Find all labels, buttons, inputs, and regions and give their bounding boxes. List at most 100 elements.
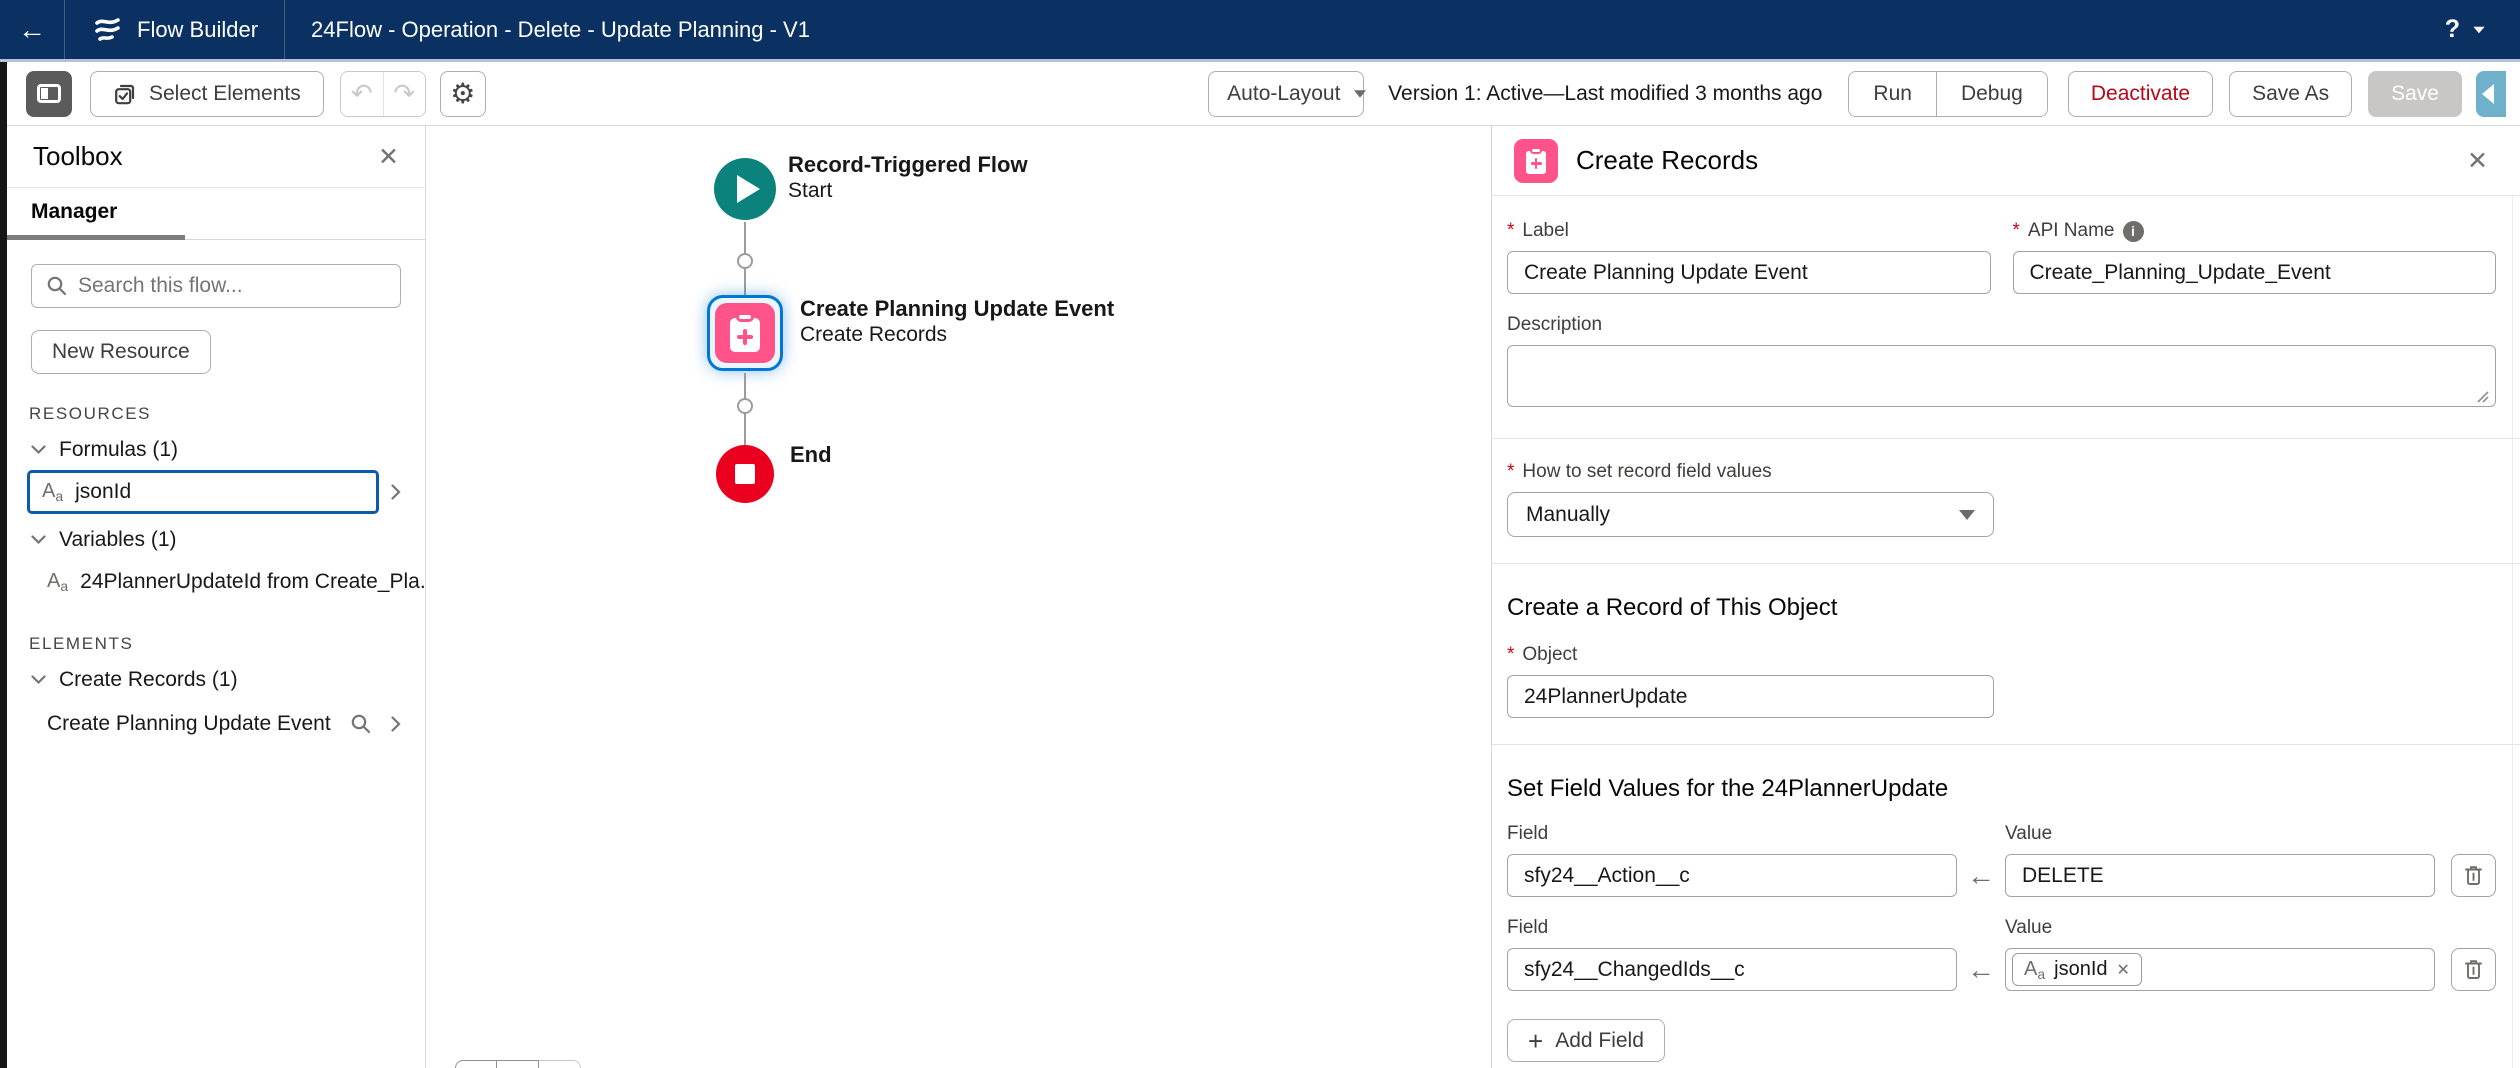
- panel-header: Create Records ✕: [1492, 126, 2520, 196]
- end-node[interactable]: [716, 445, 774, 503]
- help-icon[interactable]: ?: [2445, 15, 2460, 44]
- text-variable-icon: Aa: [47, 570, 68, 594]
- jsonid-resource-pill[interactable]: Aa jsonId ✕: [2012, 953, 2142, 986]
- select-elements-button[interactable]: Select Elements: [90, 71, 324, 117]
- locate-element-button[interactable]: [343, 713, 379, 735]
- formulas-group-row[interactable]: Formulas (1): [7, 430, 425, 470]
- navbar-right: ?: [2445, 15, 2486, 44]
- start-node[interactable]: [714, 158, 776, 220]
- create-records-group-row[interactable]: Create Records (1): [7, 660, 425, 700]
- create-records-group-label: Create Records (1): [59, 668, 238, 692]
- sidebar-panel-icon: [37, 84, 61, 103]
- save-button-disabled[interactable]: Save: [2368, 71, 2462, 117]
- start-node-subtitle: Start: [788, 179, 832, 203]
- element-item-row: Create Planning Update Event: [27, 702, 413, 746]
- record-create-icon: [730, 318, 760, 352]
- resource-item-jsonid-selected[interactable]: Aa jsonId: [27, 470, 379, 514]
- chevron-down-icon: [31, 675, 46, 685]
- description-group: Description: [1507, 314, 2496, 412]
- deactivate-button[interactable]: Deactivate: [2068, 71, 2213, 117]
- help-menu-caret-icon[interactable]: [2473, 26, 2484, 32]
- info-icon[interactable]: i: [2123, 221, 2144, 242]
- play-icon: [737, 175, 760, 203]
- element-item-chevron[interactable]: [379, 716, 413, 732]
- panel-close-icon[interactable]: ✕: [2467, 146, 2488, 176]
- add-element-dot[interactable]: [737, 253, 753, 269]
- text-variable-icon: Aa: [2024, 958, 2045, 982]
- flow-toolbar: Select Elements ↶ ↷ ⚙ Auto-Layout Versio…: [0, 62, 2520, 126]
- remove-pill-icon[interactable]: ✕: [2117, 960, 2130, 980]
- required-asterisk: *: [2013, 220, 2020, 242]
- how-to-set-select[interactable]: Manually: [1507, 492, 1994, 537]
- create-node-subtitle: Create Records: [800, 323, 947, 347]
- redo-icon: ↷: [393, 78, 415, 109]
- fields-section-title: Set Field Values for the 24PlannerUpdate: [1507, 775, 2496, 803]
- back-arrow-icon: ←: [18, 14, 46, 46]
- description-textarea[interactable]: [1507, 345, 2496, 407]
- variable-item-row: Aa 24PlannerUpdateId from Create_Pla...: [27, 560, 413, 604]
- new-resource-button[interactable]: New Resource: [31, 330, 211, 374]
- flow-settings-button[interactable]: ⚙: [440, 71, 486, 117]
- field-value-row-2: Field ← Value Aa jsonId ✕: [1507, 917, 2496, 991]
- toolbox-close-icon[interactable]: ✕: [378, 142, 399, 172]
- value-input-delete[interactable]: [2005, 854, 2435, 897]
- redo-button[interactable]: ↷: [383, 72, 425, 116]
- api-name-input[interactable]: [2013, 251, 2497, 294]
- manager-tab-label: Manager: [31, 200, 117, 224]
- toolbar-collapse-button[interactable]: [2476, 71, 2506, 117]
- pill-label: jsonId: [2054, 958, 2107, 981]
- label-input[interactable]: [1507, 251, 1991, 294]
- flow-canvas[interactable]: Record-Triggered Flow Start Create Plann…: [426, 126, 1491, 1068]
- variables-group-row[interactable]: Variables (1): [7, 520, 425, 560]
- plus-icon: +: [1528, 1028, 1543, 1054]
- resources-section-header: RESOURCES: [29, 404, 425, 424]
- search-flow-input[interactable]: [78, 274, 386, 298]
- object-section-title: Create a Record of This Object: [1507, 594, 2496, 622]
- object-field-label: * Object: [1507, 644, 2496, 666]
- create-records-node-selected[interactable]: [707, 295, 783, 371]
- formula-item-chevron[interactable]: [379, 484, 413, 500]
- chevron-right-icon: [391, 716, 401, 732]
- search-icon: [46, 275, 68, 297]
- zoom-out-button[interactable]: [455, 1060, 497, 1068]
- formula-item-row: Aa jsonId: [27, 470, 413, 514]
- flow-search-box: [31, 264, 401, 308]
- toolbox-toggle-button[interactable]: [26, 71, 72, 117]
- undo-button[interactable]: ↶: [341, 72, 383, 116]
- delete-row-button[interactable]: [2451, 854, 2496, 897]
- tab-manager[interactable]: Manager: [7, 188, 185, 240]
- field-column-label: Field: [1507, 917, 1957, 939]
- add-element-dot[interactable]: [737, 398, 753, 414]
- field-input-action[interactable]: [1507, 854, 1957, 897]
- run-button[interactable]: Run: [1849, 72, 1936, 116]
- api-name-field-group: * API Name i: [2013, 220, 2497, 294]
- undo-icon: ↶: [351, 78, 373, 109]
- debug-button[interactable]: Debug: [1936, 72, 2047, 116]
- layout-mode-select[interactable]: Auto-Layout: [1208, 71, 1364, 117]
- window-left-edge: [0, 62, 7, 1068]
- formulas-group-label: Formulas (1): [59, 438, 178, 462]
- save-as-button[interactable]: Save As: [2229, 71, 2352, 117]
- label-field-label: * Label: [1507, 220, 1991, 242]
- back-button[interactable]: ←: [0, 0, 64, 59]
- chevron-right-icon: [391, 484, 401, 500]
- field-column-label: Field: [1507, 823, 1957, 845]
- element-item-label[interactable]: Create Planning Update Event: [27, 712, 343, 736]
- object-input[interactable]: [1507, 675, 1994, 718]
- assignment-arrow-icon: ←: [1957, 854, 2005, 897]
- zoom-in-button[interactable]: [497, 1060, 539, 1068]
- add-field-button[interactable]: + Add Field: [1507, 1019, 1665, 1062]
- description-label: Description: [1507, 314, 2496, 336]
- create-records-panel-icon: [1514, 139, 1558, 183]
- section-divider: [1492, 563, 2520, 564]
- magnifier-icon: [350, 713, 372, 735]
- how-to-set-value: Manually: [1526, 503, 1610, 527]
- zoom-fit-button[interactable]: [539, 1060, 581, 1068]
- chevron-down-icon: [31, 535, 46, 545]
- field-column: Field: [1507, 823, 1957, 897]
- value-input-jsonid[interactable]: Aa jsonId ✕: [2005, 948, 2435, 991]
- resource-item-plannerupdateid[interactable]: Aa 24PlannerUpdateId from Create_Pla...: [27, 560, 449, 604]
- delete-row-button[interactable]: [2451, 948, 2496, 991]
- field-input-changedids[interactable]: [1507, 948, 1957, 991]
- start-node-title: Record-Triggered Flow: [788, 152, 1028, 178]
